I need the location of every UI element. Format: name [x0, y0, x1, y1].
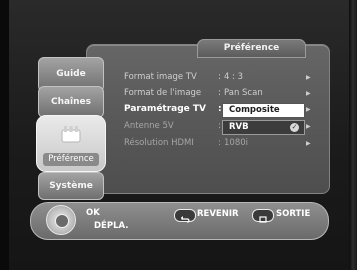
- separator: :: [218, 88, 221, 98]
- option-label: Composite: [229, 105, 280, 115]
- back-button-icon: [174, 209, 196, 223]
- tab-systeme[interactable]: Système: [38, 172, 104, 200]
- hint-ok: OK: [86, 208, 100, 218]
- setting-label: Résolution HDMI: [124, 138, 194, 148]
- chevron-right-icon: ▶: [306, 140, 311, 147]
- screen-bezel-left: [0, 0, 9, 270]
- preference-icon: [61, 126, 81, 143]
- exit-icon: [259, 216, 267, 223]
- setting-value: 1080i: [224, 138, 248, 148]
- screen-bezel-right: [349, 0, 357, 270]
- chevron-right-icon: ▶: [306, 90, 311, 97]
- hint-exit[interactable]: SORTIE: [276, 209, 310, 219]
- option-alternate[interactable]: RVB ✓: [222, 120, 305, 135]
- separator: :: [218, 72, 221, 82]
- option-label: RVB: [229, 122, 249, 132]
- setting-label: Format de l'image: [124, 88, 202, 98]
- return-arrow-icon: [181, 216, 190, 223]
- tab-preference[interactable]: Préférence: [36, 115, 106, 172]
- setting-label: Format image TV: [124, 72, 197, 82]
- separator: :: [218, 138, 221, 148]
- dpad-icon: [46, 205, 76, 235]
- tab-chaines[interactable]: Chaînes: [38, 86, 104, 118]
- settings-panel: [86, 44, 330, 194]
- setting-value: 4 : 3: [224, 72, 244, 82]
- option-selected[interactable]: Composite: [222, 103, 305, 118]
- setting-value: Pan Scan: [224, 88, 263, 98]
- ok-center-icon: [55, 214, 69, 228]
- check-icon: ✓: [290, 123, 299, 132]
- setting-label: Paramétrage TV: [124, 104, 207, 114]
- tab-preference-label: Préférence: [43, 153, 99, 166]
- exit-button-icon: [252, 209, 274, 223]
- chevron-right-icon: ▶: [306, 74, 311, 81]
- panel-title: Préférence: [197, 39, 306, 58]
- chevron-right-icon: ▶: [306, 123, 311, 130]
- hint-move: DÉPLA.: [94, 221, 129, 231]
- hint-back[interactable]: REVENIR: [197, 209, 239, 219]
- separator: :: [218, 121, 221, 131]
- setting-label: Antenne 5V: [124, 121, 174, 131]
- chevron-right-icon: ▶: [306, 106, 311, 113]
